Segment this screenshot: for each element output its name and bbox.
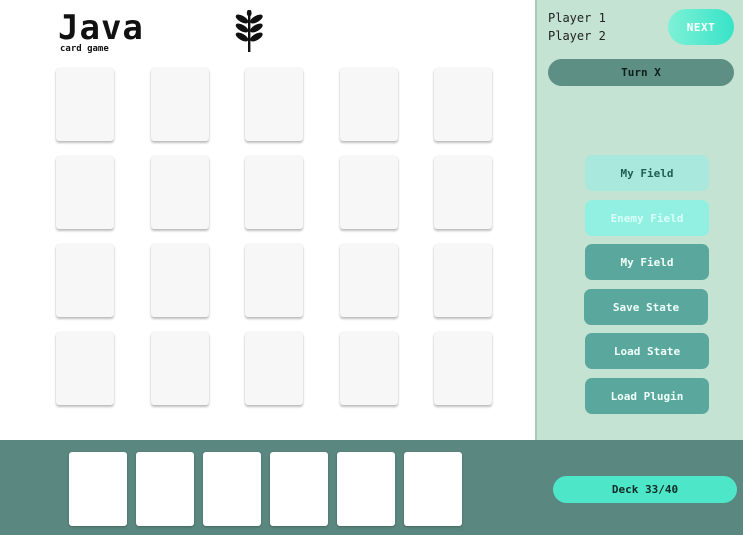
hand-card[interactable] [270, 452, 328, 526]
board-card-slot[interactable] [56, 244, 114, 317]
wheat-icon [235, 10, 263, 52]
my-field-button-secondary[interactable]: My Field [585, 244, 709, 280]
board-card-slot[interactable] [56, 68, 114, 141]
board-card-slot[interactable] [56, 156, 114, 229]
player-hand: Deck 33/40 [0, 440, 743, 535]
board-card-slot[interactable] [56, 332, 114, 405]
game-board: Java card game [0, 0, 535, 440]
hand-card[interactable] [136, 452, 194, 526]
board-card-slot[interactable] [151, 244, 209, 317]
next-button[interactable]: NEXT [668, 9, 734, 45]
board-card-slot[interactable] [340, 156, 398, 229]
app-subtitle: card game [60, 44, 109, 54]
board-card-slot[interactable] [151, 68, 209, 141]
board-card-slot[interactable] [434, 68, 492, 141]
hand-card[interactable] [404, 452, 462, 526]
board-card-slot[interactable] [151, 156, 209, 229]
board-card-slot[interactable] [245, 244, 303, 317]
hand-card[interactable] [203, 452, 261, 526]
board-card-slot[interactable] [245, 332, 303, 405]
board-card-slot[interactable] [245, 68, 303, 141]
player-2-label: Player 2 [548, 29, 606, 43]
board-card-slot[interactable] [245, 156, 303, 229]
board-card-slot[interactable] [151, 332, 209, 405]
board-card-slot[interactable] [340, 332, 398, 405]
board-card-slot[interactable] [434, 244, 492, 317]
board-card-slot[interactable] [434, 156, 492, 229]
app-title: Java [58, 8, 144, 48]
my-field-button[interactable]: My Field [585, 155, 709, 191]
load-plugin-button[interactable]: Load Plugin [585, 378, 709, 414]
load-state-button[interactable]: Load State [585, 333, 709, 369]
turn-indicator: Turn X [548, 59, 734, 86]
player-1-label: Player 1 [548, 11, 606, 25]
board-card-slot[interactable] [340, 244, 398, 317]
board-card-slot[interactable] [340, 68, 398, 141]
board-card-slot[interactable] [434, 332, 492, 405]
enemy-field-button[interactable]: Enemy Field [585, 200, 709, 236]
side-panel: Player 1 Player 2 NEXT Turn X My Field E… [535, 0, 743, 440]
hand-card[interactable] [337, 452, 395, 526]
game-window: Java card game Player 1 Player 2 NEXT Tu… [0, 0, 743, 535]
save-state-button[interactable]: Save State [584, 289, 708, 325]
deck-counter[interactable]: Deck 33/40 [553, 476, 737, 503]
hand-card[interactable] [69, 452, 127, 526]
